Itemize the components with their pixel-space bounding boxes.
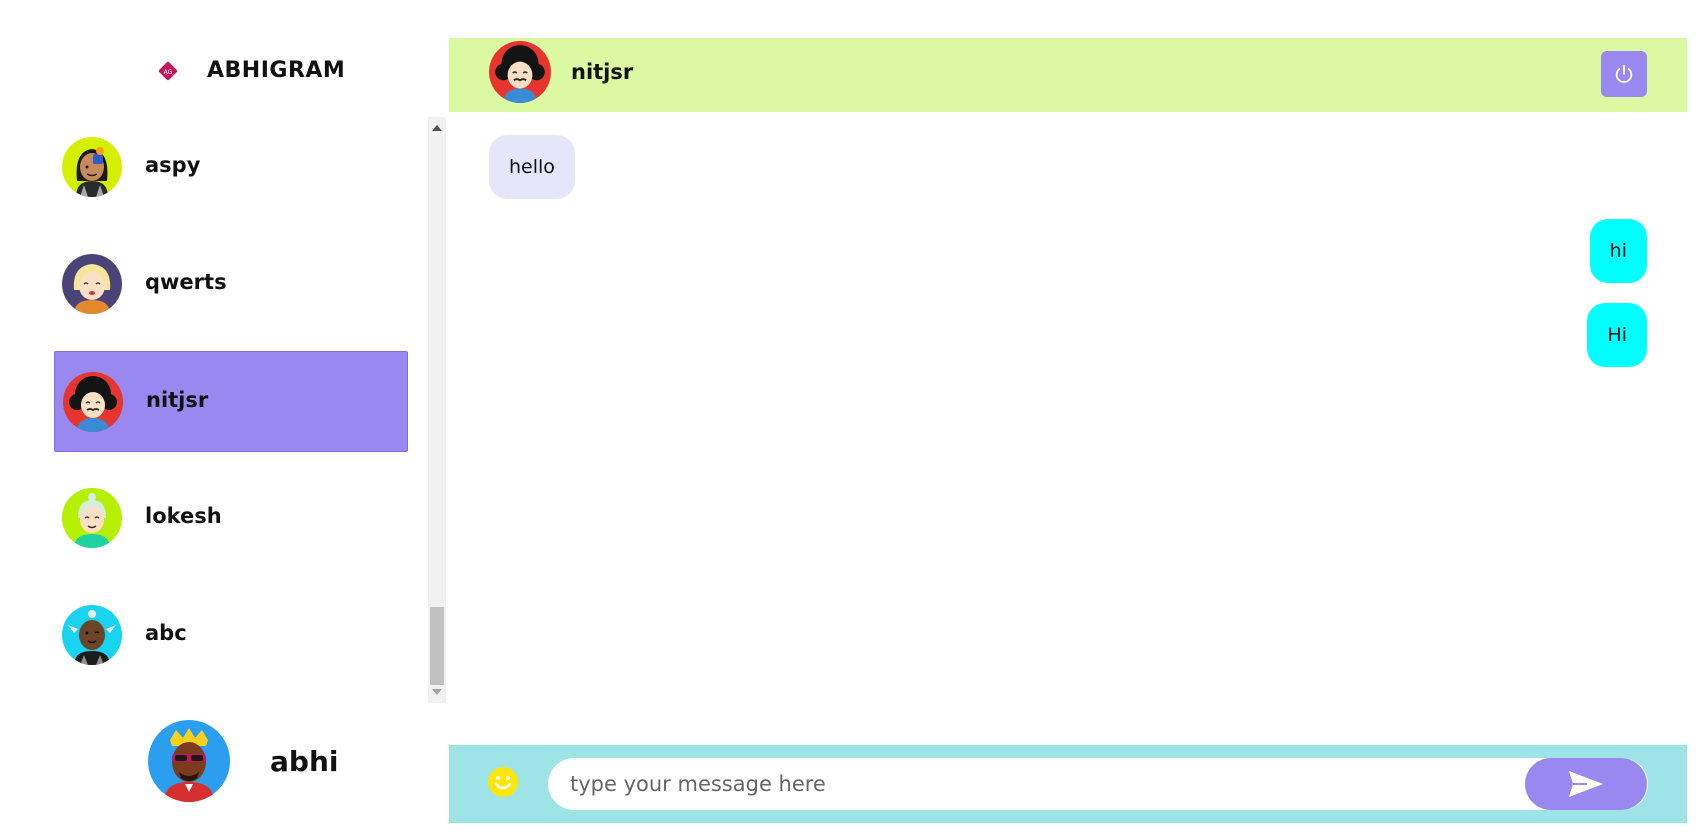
send-icon bbox=[1569, 771, 1603, 797]
emoji-button[interactable] bbox=[487, 766, 519, 798]
contact-item-abc[interactable]: abc bbox=[54, 585, 408, 686]
avatar bbox=[62, 605, 122, 665]
avatar bbox=[62, 488, 122, 548]
logout-button[interactable] bbox=[1601, 51, 1647, 97]
svg-text:AG: AG bbox=[164, 69, 173, 76]
message-bubble-outgoing: hi bbox=[1589, 219, 1647, 283]
message-bubble-incoming: hello bbox=[489, 135, 575, 199]
scroll-up-icon[interactable] bbox=[432, 125, 442, 131]
contact-name: nitjsr bbox=[146, 388, 209, 412]
brand-logo-icon: AG bbox=[158, 61, 178, 80]
current-user-avatar[interactable] bbox=[148, 720, 230, 802]
chat-header: nitjsr bbox=[449, 38, 1687, 112]
contact-name: abc bbox=[145, 621, 187, 645]
app-title: ABHIGRAM bbox=[207, 58, 346, 83]
sidebar: AG ABHIGRAM aspy qwerts nitjsr lokesh ab… bbox=[0, 0, 446, 835]
contact-name: qwerts bbox=[145, 270, 227, 294]
avatar bbox=[62, 137, 122, 197]
chat-partner-avatar[interactable] bbox=[489, 41, 551, 103]
contact-name: aspy bbox=[145, 153, 201, 177]
scrollbar-thumb[interactable] bbox=[430, 607, 444, 685]
message-input[interactable] bbox=[548, 758, 1648, 810]
contact-name: lokesh bbox=[145, 504, 222, 528]
message-bubble-outgoing: Hi bbox=[1587, 303, 1647, 367]
power-icon bbox=[1615, 64, 1633, 83]
contact-item-lokesh[interactable]: lokesh bbox=[54, 468, 408, 569]
current-user-name: abhi bbox=[270, 744, 339, 778]
send-button[interactable] bbox=[1525, 758, 1647, 810]
scroll-down-icon[interactable] bbox=[432, 689, 442, 695]
contact-item-aspy[interactable]: aspy bbox=[54, 117, 408, 218]
contact-list: aspy qwerts nitjsr lokesh abc bbox=[54, 117, 408, 702]
chat-partner-name: nitjsr bbox=[571, 60, 634, 84]
current-user: abhi bbox=[148, 720, 338, 802]
smiley-icon bbox=[488, 767, 518, 797]
message-area: hello hi Hi bbox=[449, 112, 1687, 742]
contact-item-qwerts[interactable]: qwerts bbox=[54, 234, 408, 335]
avatar bbox=[63, 372, 123, 432]
message-composer bbox=[449, 745, 1687, 823]
contact-list-container: aspy qwerts nitjsr lokesh abc bbox=[54, 117, 424, 703]
brand: AG ABHIGRAM bbox=[157, 58, 345, 83]
contact-list-scrollbar[interactable] bbox=[428, 117, 446, 703]
contact-item-nitjsr[interactable]: nitjsr bbox=[54, 351, 408, 452]
avatar bbox=[62, 254, 122, 314]
